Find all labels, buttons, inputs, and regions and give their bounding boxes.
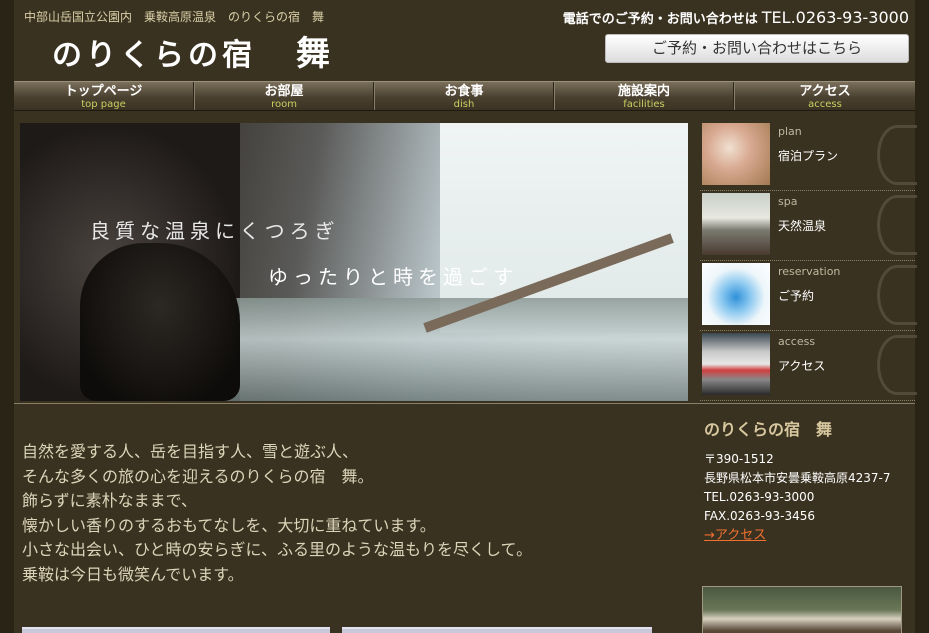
logo-sub: 舞 <box>296 34 334 74</box>
side-item-en: plan <box>778 125 802 138</box>
wagon-wheel-icon <box>877 265 917 325</box>
nav-label-en: facilities <box>623 99 665 110</box>
side-menu: plan 宿泊プラン spa 天然温泉 reservation ご予約 acce… <box>700 121 917 401</box>
nav-item-facilities[interactable]: 施設案内 facilities <box>554 82 734 110</box>
side-item-jp: 宿泊プラン <box>778 149 839 163</box>
header-tel: 電話でのご予約・お問い合わせは TEL.0263-93-3000 <box>563 8 909 27</box>
side-item-reservation[interactable]: reservation ご予約 <box>700 261 917 331</box>
nav-label-en: room <box>271 99 297 110</box>
nav-label-jp: お部屋 <box>264 84 304 99</box>
reservation-thumbnail <box>702 263 770 325</box>
postal-code: 〒390-1512 <box>704 452 774 466</box>
wagon-wheel-icon <box>877 195 917 255</box>
nav-label-en: access <box>808 99 842 110</box>
inn-name: のりくらの宿 舞 <box>704 420 833 439</box>
side-item-en: access <box>778 335 816 348</box>
access-link[interactable]: →アクセス <box>704 526 909 545</box>
side-item-access[interactable]: access アクセス <box>700 331 917 401</box>
nav-label-jp: トップページ <box>64 84 143 99</box>
fax: FAX.0263-93-3456 <box>704 509 816 523</box>
content-thumbnail[interactable] <box>342 627 652 633</box>
intro-line: 飾らずに素朴なままで、 <box>22 491 198 510</box>
section-divider <box>14 403 915 404</box>
nav-label-jp: 施設案内 <box>617 84 670 99</box>
nav-item-top[interactable]: トップページ top page <box>14 82 194 110</box>
address: 長野県松本市安曇乗鞍高原4237-7 <box>704 471 891 485</box>
nav-item-room[interactable]: お部屋 room <box>194 82 374 110</box>
intro-text: 自然を愛する人、岳を目指す人、雪と遊ぶ人、 そんな多くの旅の心を迎えるのりくらの… <box>22 440 532 587</box>
hero-water <box>180 298 688 401</box>
nav-label-jp: お食事 <box>444 84 484 99</box>
inn-info: のりくらの宿 舞 〒390-1512 長野県松本市安曇乗鞍高原4237-7 TE… <box>704 416 909 545</box>
main-nav: トップページ top page お部屋 room お食事 dish 施設案内 f… <box>14 81 915 111</box>
tel-number: TEL.0263-93-3000 <box>761 8 909 27</box>
contact-button[interactable]: ご予約・お問い合わせはこちら <box>605 34 909 63</box>
header-tagline: 中部山岳国立公園内 乗鞍高原温泉 のりくらの宿 舞 <box>24 10 325 24</box>
hero-caption-2: ゆったりと時を過ごす <box>268 265 519 289</box>
wagon-wheel-icon <box>877 125 917 185</box>
hero-caption-1: 良質な温泉にくつろぎ <box>90 219 340 243</box>
page-border-right <box>915 0 929 633</box>
access-thumbnail <box>702 333 770 395</box>
intro-line: 乗鞍は今日も微笑んでいます。 <box>22 564 244 584</box>
intro-line: 懐かしい香りのするおもてなしを、大切に重ねています。 <box>22 515 436 535</box>
nav-label-en: top page <box>81 99 126 110</box>
tel: TEL.0263-93-3000 <box>704 490 815 504</box>
wagon-wheel-icon <box>877 335 917 395</box>
page-border-left <box>0 0 14 633</box>
tel-label: 電話でのご予約・お問い合わせは <box>562 12 758 27</box>
content-thumbnail[interactable] <box>22 627 330 633</box>
side-item-plan[interactable]: plan 宿泊プラン <box>700 121 917 191</box>
nav-label-en: dish <box>453 99 475 110</box>
nav-item-dish[interactable]: お食事 dish <box>374 82 554 110</box>
hero-image: 良質な温泉にくつろぎ ゆったりと時を過ごす <box>20 123 688 401</box>
side-item-jp: ご予約 <box>778 289 815 303</box>
inn-photo <box>702 586 902 633</box>
side-item-en: spa <box>778 195 798 208</box>
plan-thumbnail <box>702 123 770 185</box>
nav-label-jp: アクセス <box>799 84 851 99</box>
hero-rock <box>80 243 240 401</box>
intro-line: 自然を愛する人、岳を目指す人、雪と遊ぶ人、 <box>22 442 359 461</box>
intro-line: 小さな出会い、ひと時の安らぎに、ふる里のような温もりを尽くして。 <box>22 540 533 559</box>
side-item-jp: 天然温泉 <box>778 219 827 233</box>
logo-main: のりくらの宿 <box>52 38 256 73</box>
nav-item-access[interactable]: アクセス access <box>734 82 915 110</box>
side-item-en: reservation <box>778 265 841 278</box>
side-item-jp: アクセス <box>778 359 826 373</box>
page: 中部山岳国立公園内 乗鞍高原温泉 のりくらの宿 舞 のりくらの宿 舞 電話でのご予… <box>14 0 917 633</box>
intro-line: そんな多くの旅の心を迎えるのりくらの宿 舞。 <box>22 466 374 486</box>
site-logo[interactable]: のりくらの宿 舞 <box>52 26 334 75</box>
spa-thumbnail <box>702 193 770 255</box>
side-item-spa[interactable]: spa 天然温泉 <box>700 191 917 261</box>
